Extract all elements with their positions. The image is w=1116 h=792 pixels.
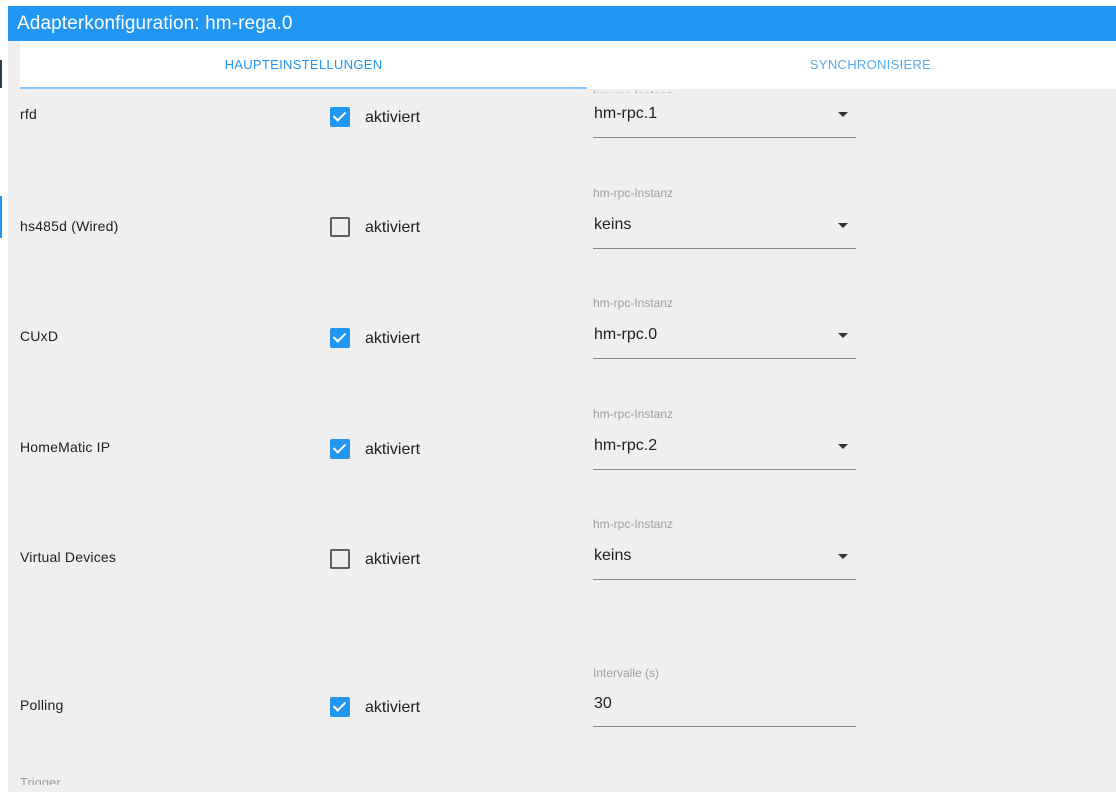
field-label: Intervalle (s) [593,666,660,680]
row-label: HomeMatic IP [20,439,111,455]
rfd-enabled-checkbox[interactable] [330,107,350,127]
cuxd-enabled-checkbox[interactable] [330,328,350,348]
checkbox-label: aktiviert [365,330,421,347]
field-label: hm-rpc-Instanz [593,517,674,531]
caret-down-icon [838,333,848,338]
app-frame: Adapterkonfiguration: hm-rega.0 HAUPTEIN… [0,0,1116,792]
select-value: hm-rpc.1 [594,105,658,122]
left-edge-marker [0,60,2,88]
checkbox-label: aktiviert [365,441,421,458]
tab-haupteinstellungen[interactable]: HAUPTEINSTELLUNGEN [20,41,587,89]
settings-form: rfd aktiviert hm-rpc-Instanz hm-rpc.1 hs… [8,89,1116,792]
field-label: hm-rpc-Instanz [593,186,674,200]
caret-down-icon [838,444,848,449]
field-underline [593,579,856,580]
field-label: hm-rpc-Instanz [593,296,674,310]
checkbox-label: aktiviert [365,551,421,568]
field-underline [593,469,856,470]
dialog-title: Adapterkonfiguration: hm-rega.0 [8,6,1116,41]
field-underline [593,726,856,727]
polling-enabled-checkbox[interactable] [330,697,350,717]
field-underline [593,248,856,249]
select-value: keins [594,216,632,233]
checkbox-label: aktiviert [365,699,421,716]
row-label: Polling [20,697,64,713]
left-edge-highlight [0,196,2,238]
caret-down-icon [838,223,848,228]
virtual-devices-enabled-checkbox[interactable] [330,549,350,569]
row-label: Virtual Devices [20,549,117,565]
select-value: keins [594,547,632,564]
frame-left-edge [0,0,8,792]
row-label: hs485d (Wired) [20,218,119,234]
field-underline [593,358,856,359]
select-value: hm-rpc.0 [594,326,658,343]
field-underline [593,137,856,138]
tab-synchronisiere[interactable]: SYNCHRONISIERE [587,41,1116,89]
row-label: CUxD [20,328,59,344]
tab-bar: HAUPTEINSTELLUNGEN SYNCHRONISIERE [20,41,1116,89]
checkbox-label: aktiviert [365,219,421,236]
caret-down-icon [838,554,848,559]
input-value: 30 [594,695,612,712]
checkbox-label: aktiviert [365,109,421,126]
hs485d-enabled-checkbox[interactable] [330,217,350,237]
homematic-ip-enabled-checkbox[interactable] [330,439,350,459]
row-label: rfd [20,106,37,122]
select-value: hm-rpc.2 [594,437,658,454]
caret-down-icon [838,112,848,117]
field-label: hm-rpc-Instanz [593,89,673,93]
field-label: hm-rpc-Instanz [593,407,674,421]
trigger-section-label: Trigger [20,775,61,785]
